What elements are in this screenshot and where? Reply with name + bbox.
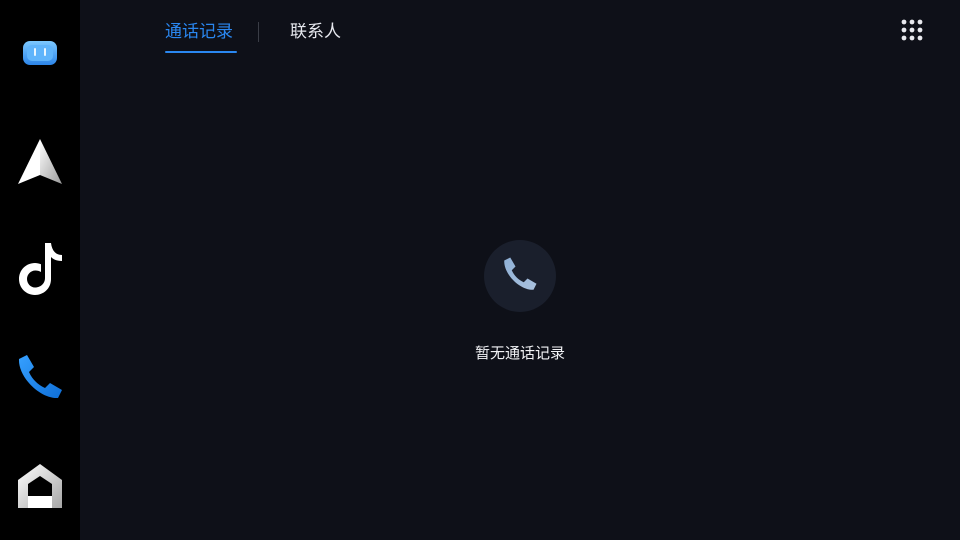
sidebar-item-phone[interactable] — [0, 341, 80, 413]
sidebar-item-music[interactable] — [0, 232, 80, 304]
empty-state-message: 暂无通话记录 — [474, 344, 565, 362]
phone-icon — [16, 353, 64, 401]
empty-state-icon-circle — [484, 240, 556, 312]
grid-menu-button[interactable] — [896, 16, 928, 48]
sidebar-item-assistant[interactable] — [0, 17, 80, 89]
navigation-arrow-icon — [16, 137, 64, 187]
phone-app: 通话记录 联系人 暂无通话记录 — [0, 0, 960, 540]
grid-menu-icon — [900, 18, 924, 46]
tab-divider — [258, 22, 259, 42]
sidebar-item-navigation[interactable] — [0, 126, 80, 198]
sidebar-item-home[interactable] — [0, 450, 80, 522]
active-tab-indicator — [165, 51, 237, 53]
tab-call-log[interactable]: 通话记录 — [165, 20, 233, 44]
home-icon — [16, 462, 64, 510]
sidebar — [0, 0, 80, 540]
phone-icon — [502, 256, 538, 296]
assistant-robot-icon — [21, 38, 59, 68]
music-note-icon — [16, 239, 64, 297]
tab-contacts[interactable]: 联系人 — [290, 20, 341, 44]
